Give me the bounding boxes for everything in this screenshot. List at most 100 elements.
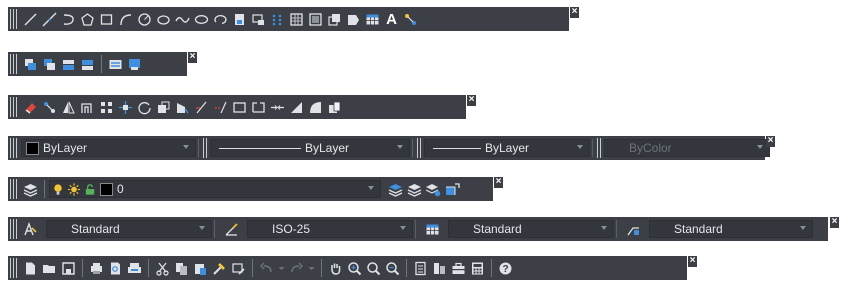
extend-icon[interactable]: [212, 98, 229, 116]
layer-dropdown[interactable]: 0: [49, 180, 381, 198]
plot-preview-icon[interactable]: [107, 259, 124, 277]
tool-palettes-icon[interactable]: [450, 259, 467, 277]
copy-icon[interactable]: [41, 98, 58, 116]
revision-cloud-icon[interactable]: [155, 10, 172, 28]
rectangle-icon[interactable]: [98, 10, 115, 28]
chevron-down-icon[interactable]: [368, 186, 374, 190]
wipeout-icon[interactable]: [345, 10, 362, 28]
layer-previous-icon[interactable]: [406, 180, 423, 198]
trim-icon[interactable]: [193, 98, 210, 116]
polygon-icon[interactable]: [79, 10, 96, 28]
toolbar-grip[interactable]: [597, 138, 602, 158]
table-icon[interactable]: [364, 10, 381, 28]
close-icon[interactable]: ×: [766, 136, 775, 147]
array-icon[interactable]: [98, 98, 115, 116]
insert-block-icon[interactable]: [231, 10, 248, 28]
design-center-icon[interactable]: [431, 259, 448, 277]
redo-icon[interactable]: [288, 259, 305, 277]
zoom-previous-icon[interactable]: [384, 259, 401, 277]
fillet-icon[interactable]: [307, 98, 324, 116]
zoom-realtime-icon[interactable]: [346, 259, 363, 277]
layer-states-icon[interactable]: [425, 180, 442, 198]
color-dropdown[interactable]: ByLayer: [21, 139, 196, 157]
redo-dropdown-icon[interactable]: [307, 259, 316, 277]
chevron-down-icon[interactable]: [601, 226, 607, 230]
hatch-icon[interactable]: [288, 10, 305, 28]
help-icon[interactable]: ?: [497, 259, 514, 277]
properties-icon[interactable]: [412, 259, 429, 277]
spline-icon[interactable]: [174, 10, 191, 28]
toolbar-grip[interactable]: [203, 138, 208, 158]
toolbar-grip[interactable]: [10, 9, 18, 29]
point-icon[interactable]: [269, 10, 286, 28]
table-style-icon[interactable]: [424, 220, 441, 238]
stretch-icon[interactable]: [174, 98, 191, 116]
table-style-dropdown[interactable]: Standard: [448, 220, 614, 238]
explode-icon[interactable]: [326, 98, 343, 116]
undo-dropdown-icon[interactable]: [277, 259, 286, 277]
ellipse-icon[interactable]: [193, 10, 210, 28]
chevron-down-icon[interactable]: [577, 145, 583, 149]
zoom-window-icon[interactable]: [365, 259, 382, 277]
paste-icon[interactable]: [192, 259, 209, 277]
multileader-style-icon[interactable]: [625, 220, 642, 238]
move-icon[interactable]: [117, 98, 134, 116]
scale-icon[interactable]: [155, 98, 172, 116]
layer-properties-icon[interactable]: [22, 180, 39, 198]
dimension-style-dropdown[interactable]: ISO-25: [247, 220, 413, 238]
quick-calc-icon[interactable]: [469, 259, 486, 277]
toolbar-grip[interactable]: [10, 97, 18, 117]
gradient-icon[interactable]: [307, 10, 324, 28]
new-icon[interactable]: [22, 259, 39, 277]
linetype-dropdown[interactable]: ByLayer: [210, 139, 410, 157]
add-selected-icon[interactable]: [402, 10, 419, 28]
cut-icon[interactable]: [154, 259, 171, 277]
copy-clip-icon[interactable]: [173, 259, 190, 277]
close-icon[interactable]: ×: [467, 95, 476, 106]
lineweight-dropdown[interactable]: ByLayer: [424, 139, 590, 157]
chevron-down-icon[interactable]: [757, 145, 763, 149]
text-style-icon[interactable]: [22, 220, 39, 238]
block-editor-icon[interactable]: [230, 259, 247, 277]
join-icon[interactable]: [269, 98, 286, 116]
bring-above-icon[interactable]: [60, 55, 77, 73]
construction-line-icon[interactable]: [41, 10, 58, 28]
bring-to-front-icon[interactable]: [22, 55, 39, 73]
send-under-icon[interactable]: [79, 55, 96, 73]
toolbar-grip[interactable]: [417, 138, 422, 158]
chevron-down-icon[interactable]: [800, 226, 806, 230]
ellipse-arc-icon[interactable]: [212, 10, 229, 28]
break-icon[interactable]: [250, 98, 267, 116]
text-style-dropdown[interactable]: Standard: [46, 220, 212, 238]
open-icon[interactable]: [41, 259, 58, 277]
toolbar-grip[interactable]: [10, 258, 18, 278]
save-icon[interactable]: [60, 259, 77, 277]
dimension-style-icon[interactable]: [223, 220, 240, 238]
circle-icon[interactable]: [136, 10, 153, 28]
mirror-icon[interactable]: [60, 98, 77, 116]
chevron-down-icon[interactable]: [400, 226, 406, 230]
line-icon[interactable]: [22, 10, 39, 28]
make-current-layer-icon[interactable]: [387, 180, 404, 198]
close-icon[interactable]: ×: [188, 52, 197, 63]
toolbar-grip[interactable]: [10, 219, 18, 239]
break-at-point-icon[interactable]: [231, 98, 248, 116]
close-icon[interactable]: ×: [494, 177, 503, 188]
plot-icon[interactable]: [88, 259, 105, 277]
chevron-down-icon[interactable]: [199, 226, 205, 230]
lock-icon[interactable]: [83, 180, 97, 198]
undo-icon[interactable]: [258, 259, 275, 277]
polyline-icon[interactable]: [60, 10, 77, 28]
region-icon[interactable]: [326, 10, 343, 28]
plotstyle-dropdown[interactable]: ByColor: [604, 139, 770, 157]
make-block-icon[interactable]: [250, 10, 267, 28]
chamfer-icon[interactable]: [288, 98, 305, 116]
chevron-down-icon[interactable]: [397, 145, 403, 149]
multileader-style-dropdown[interactable]: Standard: [649, 220, 813, 238]
text-to-front-icon[interactable]: [107, 55, 124, 73]
match-properties-icon[interactable]: [211, 259, 228, 277]
pan-icon[interactable]: [327, 259, 344, 277]
toolbar-grip[interactable]: [10, 179, 18, 199]
hatch-to-back-icon[interactable]: [126, 55, 143, 73]
multiline-text-icon[interactable]: A: [383, 10, 400, 28]
